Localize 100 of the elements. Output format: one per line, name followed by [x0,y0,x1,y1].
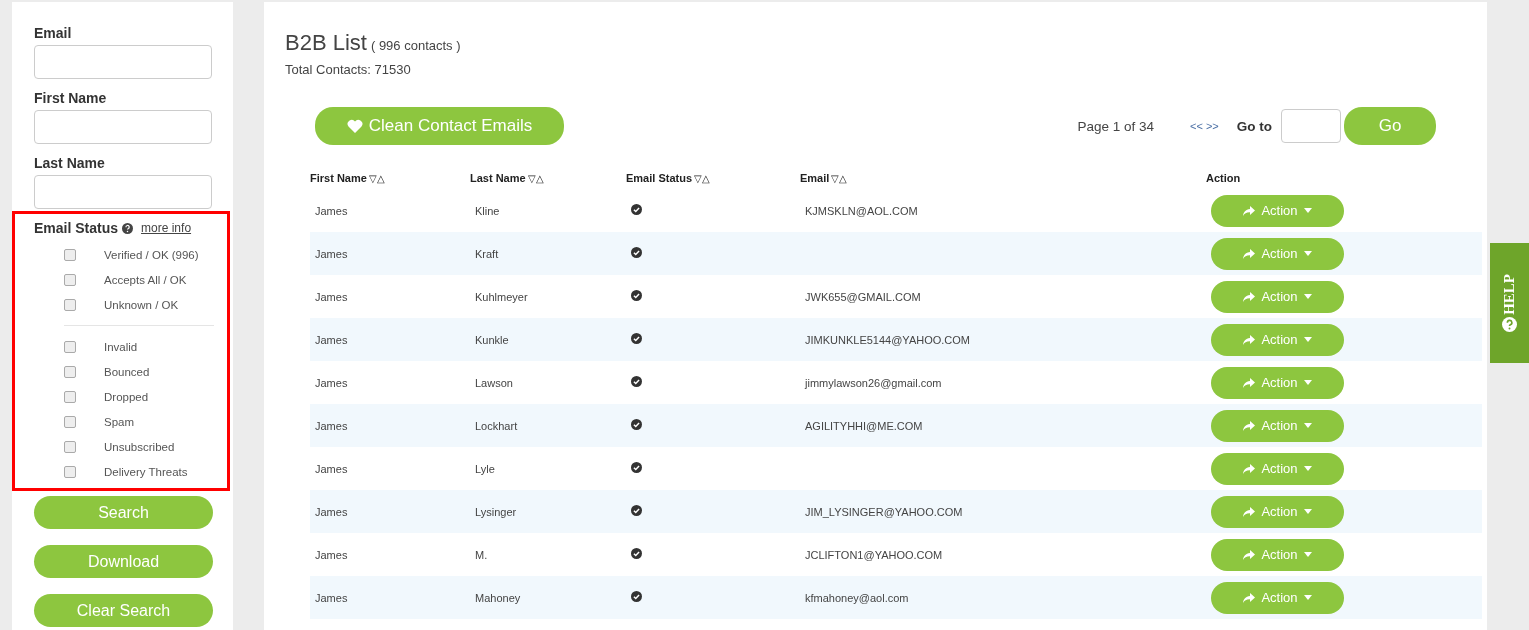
checkbox-label: Dropped [104,390,149,403]
help-icon [122,222,134,234]
checkbox-label: Verified / OK (996) [104,248,199,261]
goto-label: Go to [1236,118,1272,134]
sort-icon[interactable]: ▽△ [527,173,544,184]
checkbox[interactable] [64,298,76,311]
table-cell: Mahoney [475,591,521,604]
table-cell: JWK655@GMAIL.COM [805,290,921,303]
table-cell: James [315,462,348,475]
table-cell: Lawson [475,376,513,389]
action-button[interactable]: Action [1211,237,1344,270]
column-header[interactable]: Email Status [626,172,693,184]
action-button[interactable]: Action [1211,194,1344,227]
table-cell: M. [475,548,488,561]
table-cell: Lysinger [475,505,517,518]
checkbox[interactable] [64,465,76,478]
share-arrow-icon [1243,420,1256,431]
share-arrow-icon [1243,248,1256,259]
table-cell: Lyle [475,462,495,475]
action-button[interactable]: Action [1211,538,1344,571]
checkbox-label: Unknown / OK [104,298,179,311]
checkbox-label: Bounced [104,365,150,378]
caret-icon [1303,337,1312,342]
table-cell: James [315,548,348,561]
table-cell: James [315,333,348,346]
action-button[interactable]: Action [1211,409,1344,442]
prev-page-link[interactable]: << [1189,120,1203,132]
checkbox[interactable] [64,273,76,286]
checkbox-label: Delivery Threats [104,465,188,478]
table-cell: James [315,204,348,217]
column-header[interactable]: Action [1206,172,1241,184]
table-cell: Kuhlmeyer [475,290,528,303]
sort-icon[interactable]: ▽△ [694,173,711,184]
go-button[interactable]: Go [1344,107,1436,145]
page-input[interactable] [1281,109,1341,143]
email-status-label: Email Status [34,220,119,236]
table-cell: Kraft [475,247,499,260]
caret-icon [1303,208,1312,213]
table-cell: kfmahoney@aol.com [805,591,909,604]
table-cell: AGILITYHHI@ME.COM [805,419,923,432]
sort-icon[interactable]: ▽△ [368,173,385,184]
action-button[interactable]: Action [1211,323,1344,356]
sidebar-button[interactable]: Clear Search [34,594,213,627]
heart-icon [346,119,363,133]
field-label: First Name [34,90,107,106]
caret-icon [1303,466,1312,471]
help-icon [1502,317,1517,333]
caret-icon [1303,423,1312,428]
caret-icon [1303,251,1312,256]
sidebar-button[interactable]: Search [34,496,213,529]
checkbox[interactable] [64,390,76,403]
share-arrow-icon [1243,506,1256,517]
table-cell: James [315,376,348,389]
checkbox[interactable] [64,365,76,378]
column-header[interactable]: Last Name [470,172,526,184]
field-label: Last Name [34,155,105,171]
input-field[interactable] [34,175,212,209]
action-button[interactable]: Action [1211,280,1344,313]
checkbox-label: Accepts All / OK [104,273,187,286]
action-button[interactable]: Action [1211,581,1344,614]
checkbox-label: Spam [104,415,135,428]
table-cell: James [315,419,348,432]
caret-icon [1303,509,1312,514]
checkbox-label: Invalid [104,340,138,353]
table-cell: JCLIFTON1@YAHOO.COM [805,548,943,561]
column-header[interactable]: First Name [310,172,367,184]
table-cell: James [315,591,348,604]
share-arrow-icon [1243,463,1256,474]
contact-count: ( 996 contacts ) [370,38,461,53]
input-field[interactable] [34,110,212,144]
checkbox[interactable] [64,440,76,453]
more-info-link[interactable]: more info [141,221,192,235]
share-arrow-icon [1243,334,1256,345]
table-cell: James [315,505,348,518]
checkbox[interactable] [64,415,76,428]
column-header[interactable]: Email [800,172,830,184]
next-page-link[interactable]: >> [1205,120,1219,132]
input-field[interactable] [34,45,212,79]
table-cell: jimmylawson26@gmail.com [805,376,942,389]
table-cell: Kline [475,204,500,217]
clean-emails-button[interactable]: Clean Contact Emails [315,107,564,145]
checkbox[interactable] [64,248,76,261]
table-cell: James [315,247,348,260]
page-indicator: Page 1 of 34 [1077,118,1154,134]
help-tab[interactable]: HELP [1490,243,1529,363]
field-label: Email [34,25,72,41]
caret-icon [1303,552,1312,557]
table-cell: JIM_LYSINGER@YAHOO.COM [805,505,963,518]
sort-icon[interactable]: ▽△ [831,173,848,184]
share-arrow-icon [1243,592,1256,603]
action-button[interactable]: Action [1211,366,1344,399]
action-button[interactable]: Action [1211,495,1344,528]
share-arrow-icon [1243,377,1256,388]
sidebar-button[interactable]: Download [34,545,213,578]
checkbox[interactable] [64,340,76,353]
share-arrow-icon [1243,291,1256,302]
table-cell: James [315,290,348,303]
caret-icon [1303,380,1312,385]
action-button[interactable]: Action [1211,452,1344,485]
table-cell: KJMSKLN@AOL.COM [805,204,918,217]
